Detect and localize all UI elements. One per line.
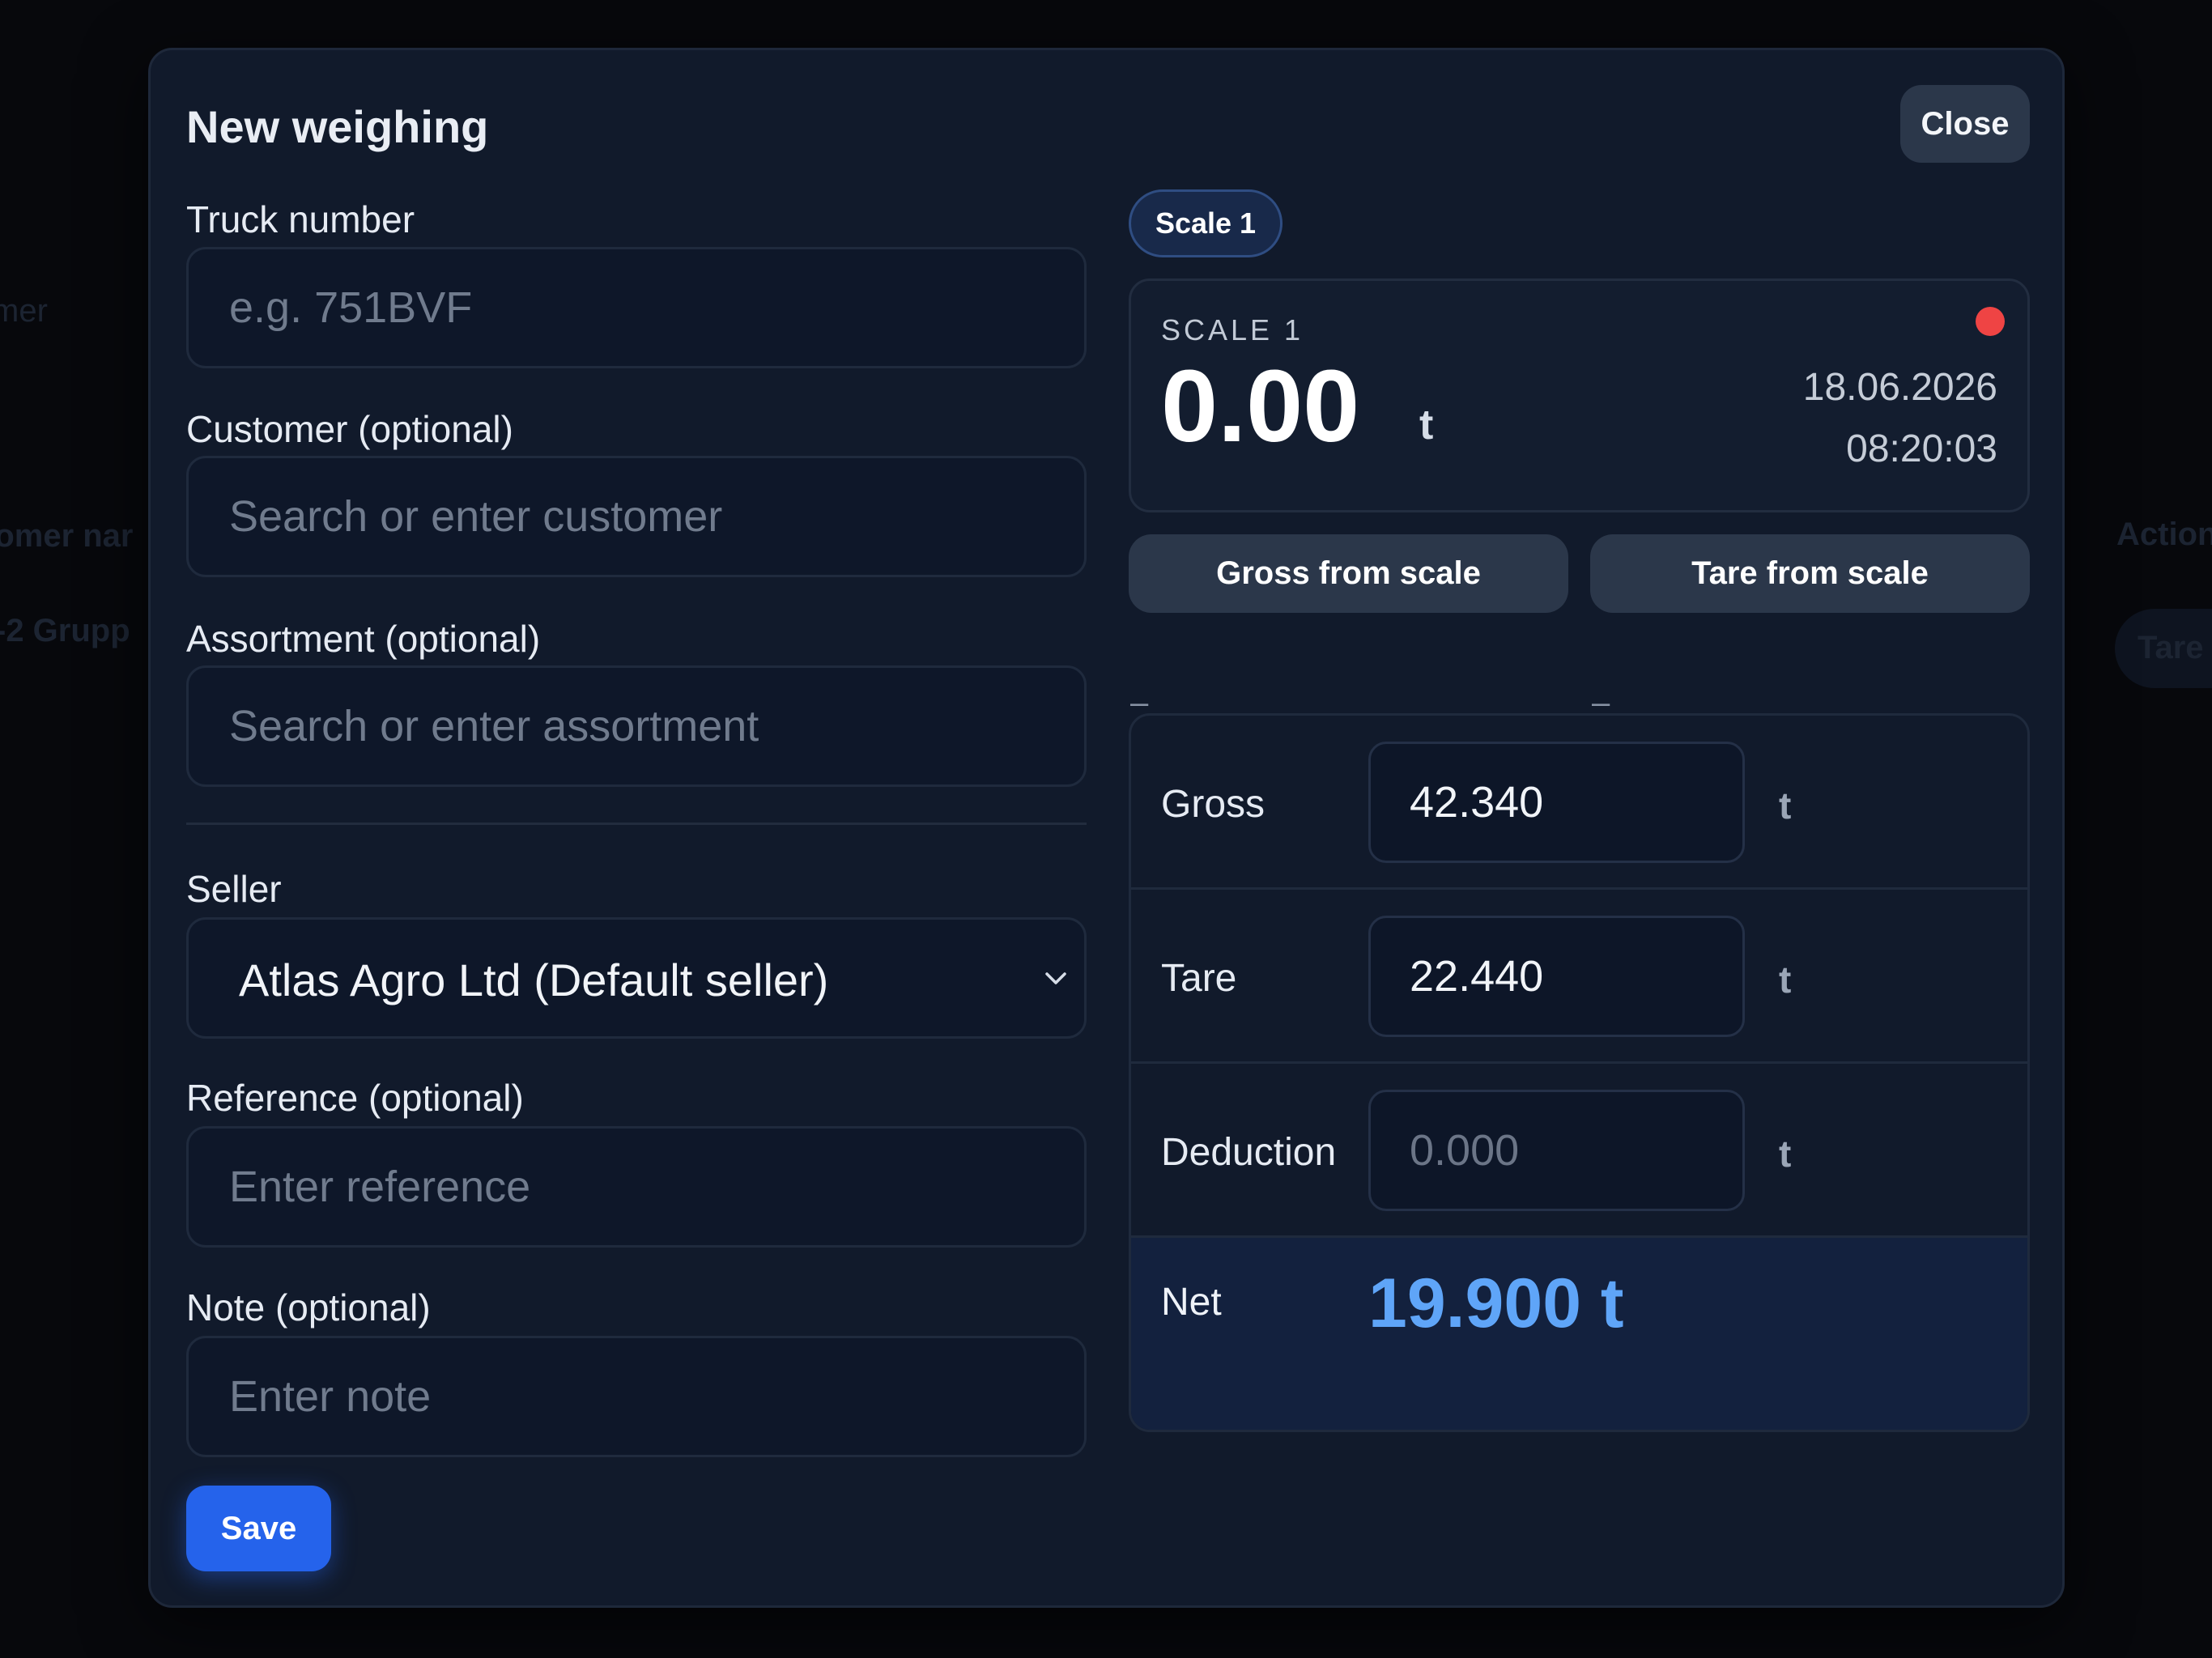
close-button[interactable]: Close xyxy=(1900,85,2030,163)
tare-input[interactable] xyxy=(1368,916,1745,1037)
scale-date: 18.06.2026 xyxy=(1802,366,1997,409)
gross-row: Gross t xyxy=(1131,716,2027,890)
note-input[interactable] xyxy=(186,1336,1087,1457)
assortment-label: Assortment (optional) xyxy=(186,618,541,660)
background-header-fragment: tomer nar xyxy=(0,518,134,554)
save-button[interactable]: Save xyxy=(186,1486,331,1571)
seller-selected-value: Atlas Agro Ltd (Default seller) xyxy=(239,954,829,1005)
deduction-row: Deduction t xyxy=(1131,1064,2027,1238)
background-cell-fragment: -2 Grupp xyxy=(0,613,130,648)
scale-time: 08:20:03 xyxy=(1846,427,1997,470)
scale-weight-reading: 0.00 xyxy=(1161,349,1360,463)
background-action-header: Action xyxy=(2116,517,2212,552)
tare-row: Tare t xyxy=(1131,890,2027,1064)
dialog-title: New weighing xyxy=(186,101,489,152)
tare-unit: t xyxy=(1779,959,1792,1001)
deduction-unit: t xyxy=(1779,1133,1792,1175)
reference-label: Reference (optional) xyxy=(186,1077,524,1119)
customer-input[interactable] xyxy=(186,456,1087,577)
scale-status-indicator xyxy=(1976,307,2005,336)
seller-label: Seller xyxy=(186,868,282,910)
tab-scale-1[interactable]: Scale 1 xyxy=(1129,189,1283,257)
new-weighing-dialog: New weighing Close Truck number Customer… xyxy=(148,48,2065,1608)
assortment-input[interactable] xyxy=(186,665,1087,787)
tare-label: Tare xyxy=(1161,957,1237,1000)
customer-label: Customer (optional) xyxy=(186,408,513,450)
gross-from-scale-button[interactable]: Gross from scale xyxy=(1129,534,1568,613)
net-label: Net xyxy=(1161,1281,1222,1324)
weights-card: Gross t Tare t Deduction t Net 19.900 t xyxy=(1129,713,2030,1432)
deduction-input[interactable] xyxy=(1368,1090,1745,1211)
reference-input[interactable] xyxy=(186,1126,1087,1248)
gross-input[interactable] xyxy=(1368,742,1745,863)
truck-number-label: Truck number xyxy=(186,198,415,240)
scale-weight-unit: t xyxy=(1419,402,1434,449)
background-column-fragment: mer xyxy=(0,293,48,329)
tare-from-scale-button[interactable]: Tare from scale xyxy=(1590,534,2030,613)
scale-name: SCALE 1 xyxy=(1161,313,1304,346)
note-label: Note (optional) xyxy=(186,1286,431,1329)
gross-label: Gross xyxy=(1161,783,1266,826)
chevron-down-icon xyxy=(1045,972,1066,984)
deduction-label: Deduction xyxy=(1161,1131,1337,1174)
form-divider xyxy=(186,823,1087,825)
gross-unit: t xyxy=(1779,784,1792,827)
net-value: 19.900 t xyxy=(1368,1265,1624,1342)
background-tare-button: Tare xyxy=(2115,609,2212,688)
truck-number-input[interactable] xyxy=(186,247,1087,368)
scale-reading-card: SCALE 1 0.00 t 18.06.2026 08:20:03 xyxy=(1129,278,2030,512)
net-row: Net 19.900 t xyxy=(1131,1238,2027,1430)
seller-select[interactable]: Atlas Agro Ltd (Default seller) xyxy=(186,917,1087,1039)
